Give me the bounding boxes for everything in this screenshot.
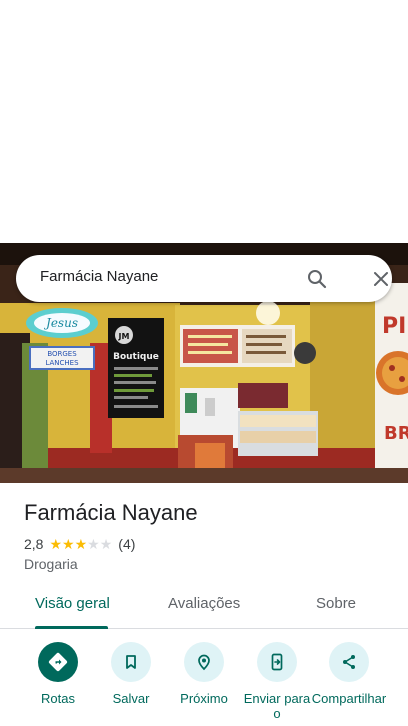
star-icon: ★: [49, 536, 63, 552]
nearby-label: Próximo: [180, 691, 228, 706]
star-icon: ★: [99, 536, 113, 552]
send-to-phone-button[interactable]: Enviar para o: [239, 640, 315, 721]
place-category[interactable]: Drogaria: [24, 556, 78, 572]
save-label: Salvar: [112, 691, 150, 706]
borges-line2: LANCHES: [45, 359, 79, 367]
boutique-name: Boutique: [113, 352, 159, 362]
send-to-phone-icon: [257, 642, 297, 682]
jesus-sign-text: Jesus: [43, 316, 78, 330]
share-button[interactable]: Compartilhar: [311, 640, 387, 706]
directions-button[interactable]: Rotas: [20, 640, 96, 706]
star-icon: ★: [74, 536, 88, 552]
tab-about[interactable]: Sobre: [316, 595, 356, 629]
place-title: Farmácia Nayane: [24, 500, 198, 525]
save-button[interactable]: Salvar: [93, 640, 169, 706]
search-bar[interactable]: Farmácia Nayane: [16, 255, 392, 302]
send-to-phone-label: Enviar para o: [243, 691, 311, 721]
nearby-button[interactable]: Próximo: [166, 640, 242, 706]
search-icon[interactable]: [305, 267, 329, 291]
directions-icon: [38, 642, 78, 682]
borges-line1: BORGES: [47, 350, 77, 358]
tab-bar: Visão geral Avaliações Sobre: [0, 595, 408, 629]
active-tab-indicator: [35, 626, 108, 629]
svg-text:BR: BR: [384, 423, 408, 444]
tab-overview[interactable]: Visão geral: [35, 595, 110, 629]
tab-reviews[interactable]: Avaliações: [168, 595, 240, 629]
search-input[interactable]: Farmácia Nayane: [40, 268, 158, 285]
action-bar: Rotas Salvar Próximo Enviar para o Compa…: [0, 640, 408, 726]
boutique-logo: JM: [118, 332, 130, 341]
rating-row[interactable]: 2,8 ★ ★ ★ ★ ★ (4): [24, 536, 135, 552]
bookmark-icon: [111, 642, 151, 682]
map-area[interactable]: [0, 0, 408, 243]
share-icon: [329, 642, 369, 682]
nearby-icon: [184, 642, 224, 682]
close-icon[interactable]: [369, 267, 393, 291]
share-label: Compartilhar: [311, 691, 387, 706]
svg-text:PI: PI: [382, 314, 406, 339]
rating-value: 2,8: [24, 536, 44, 552]
directions-label: Rotas: [41, 691, 75, 706]
star-icon: ★: [87, 536, 100, 552]
review-count: (4): [118, 536, 136, 552]
star-rating: ★ ★ ★ ★ ★: [49, 537, 112, 551]
star-icon: ★: [62, 536, 75, 552]
place-sheet: Jesus BORGES LANCHES JM Boutique PI BR F…: [0, 0, 408, 726]
